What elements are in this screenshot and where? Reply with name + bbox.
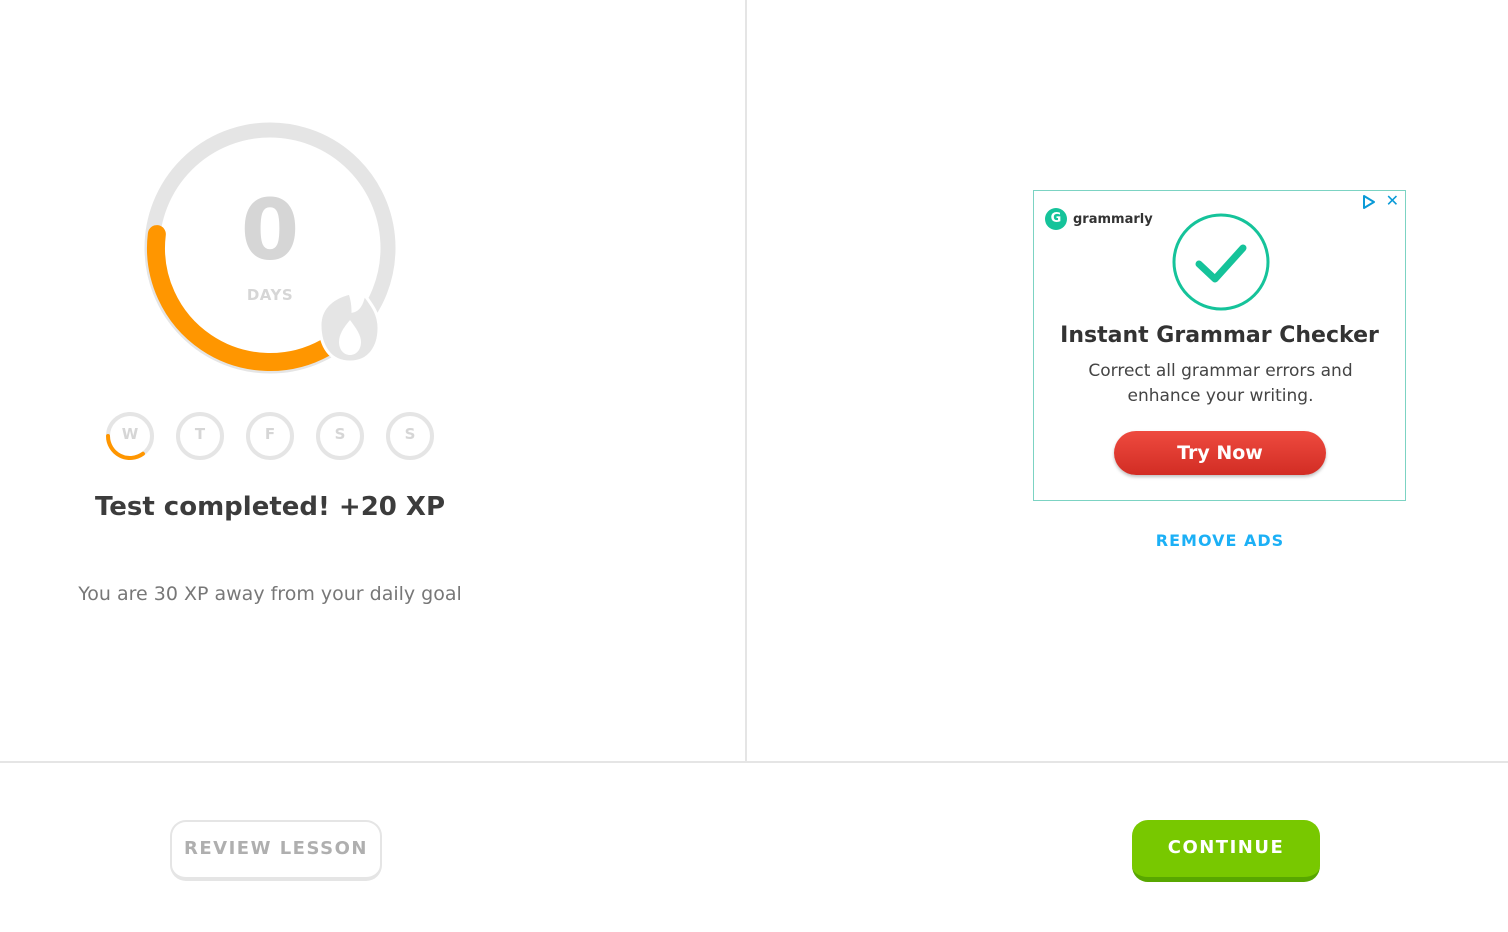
ad-body: Correct all grammar errors and enhance y… (1088, 361, 1353, 406)
review-lesson-button[interactable]: REVIEW LESSON (170, 820, 382, 881)
streak-unit-label: DAYS (246, 286, 294, 304)
try-now-button[interactable]: Try Now (1114, 431, 1326, 475)
grammarly-logo-icon: G (1045, 208, 1067, 230)
day-label: T (194, 425, 206, 443)
day-label: F (264, 425, 276, 443)
ad-banner[interactable]: G grammarly ✕ Instant Grammar Checker Co… (1033, 190, 1406, 501)
checkmark-icon (1172, 213, 1270, 311)
close-icon[interactable]: ✕ (1386, 192, 1399, 210)
streak-count: 0 (240, 181, 300, 279)
result-title: Test completed! +20 XP (94, 492, 446, 522)
day-label: W (121, 425, 139, 443)
day-circle-3: F (245, 411, 295, 461)
day-circle-4: S (315, 411, 365, 461)
ad-headline: Instant Grammar Checker (1060, 323, 1379, 348)
day-circle-2: T (175, 411, 225, 461)
ad-brand-name: grammarly (1073, 211, 1153, 227)
remove-ads-link[interactable]: REMOVE ADS (1033, 531, 1407, 550)
adchoices-icon[interactable] (1361, 194, 1377, 210)
daily-goal-message: You are 30 XP away from your daily goal (78, 583, 462, 605)
day-label: S (404, 425, 416, 443)
continue-button[interactable]: CONTINUE (1132, 820, 1320, 882)
footer-divider (0, 761, 1508, 763)
day-label: S (334, 425, 346, 443)
day-circle-1: W (105, 411, 155, 461)
day-circle-5: S (385, 411, 435, 461)
ad-brand: G grammarly (1045, 208, 1153, 230)
panel-divider-vertical (745, 0, 747, 762)
